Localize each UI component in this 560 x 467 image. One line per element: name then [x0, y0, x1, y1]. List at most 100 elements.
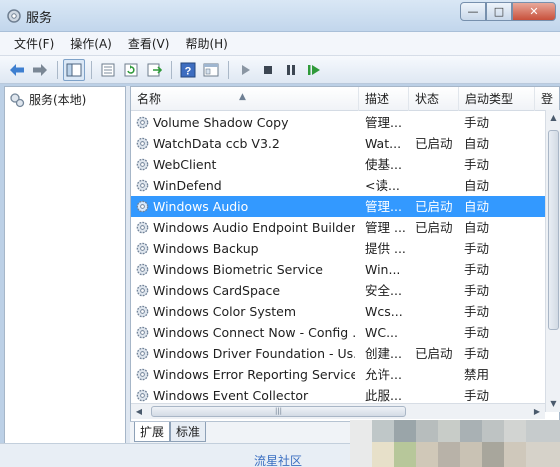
- service-row[interactable]: Windows Driver Foundation - Us... 创建... 已启…: [131, 343, 546, 364]
- service-row[interactable]: WatchData ccb V3.2 Wat... 已启动 自动: [131, 133, 546, 154]
- service-row[interactable]: WinDefend <读... 自动: [131, 175, 546, 196]
- console-tree-pane: 服务(本地): [4, 86, 126, 466]
- service-status: [415, 154, 459, 175]
- service-status: [415, 364, 459, 385]
- service-startup-type: 手动: [464, 115, 490, 130]
- tree-item-label: 服务(本地): [29, 93, 87, 107]
- service-startup-type: 手动: [464, 304, 490, 319]
- service-row[interactable]: Windows Backup 提供 ... 手动: [131, 238, 546, 259]
- close-button[interactable]: ✕: [512, 2, 556, 21]
- service-gear-icon: [136, 284, 149, 297]
- show-hide-tree-icon[interactable]: [63, 58, 85, 81]
- watermark-text: 流星社区: [254, 454, 303, 467]
- service-description: 安全...: [365, 283, 402, 298]
- mosaic-watermark-image: [350, 420, 560, 467]
- service-row[interactable]: Windows Audio 管理... 已启动 自动: [131, 196, 546, 217]
- export-list-icon[interactable]: [143, 59, 165, 81]
- stop-service-icon[interactable]: [257, 59, 279, 81]
- start-service-icon[interactable]: [234, 59, 256, 81]
- menu-file[interactable]: 文件(F): [6, 32, 62, 56]
- service-name: WatchData ccb V3.2: [153, 136, 280, 151]
- service-startup-type: 自动: [464, 178, 490, 193]
- refresh-icon[interactable]: [120, 59, 142, 81]
- minimize-button[interactable]: —: [460, 2, 486, 21]
- properties-icon[interactable]: [97, 59, 119, 81]
- toolbar-separator: [228, 60, 229, 79]
- maximize-button[interactable]: □: [486, 2, 512, 21]
- tree-item-local-services[interactable]: 服务(本地): [9, 91, 86, 108]
- window-title: 服务: [26, 11, 53, 26]
- service-name: WinDefend: [153, 178, 222, 193]
- column-header-status[interactable]: 状态: [409, 87, 459, 111]
- toolbar: ?: [0, 56, 560, 84]
- service-gear-icon: [136, 137, 149, 150]
- service-gear-icon: [136, 347, 149, 360]
- service-row[interactable]: Windows CardSpace 安全... 手动: [131, 280, 546, 301]
- service-description: 管理...: [365, 199, 402, 214]
- service-description: WC...: [365, 325, 399, 340]
- scroll-down-arrow-icon[interactable]: ▼: [546, 396, 560, 412]
- menu-action[interactable]: 操作(A): [62, 32, 120, 56]
- service-gear-icon: [136, 389, 149, 402]
- service-row[interactable]: WebClient 使基... 手动: [131, 154, 546, 175]
- vertical-scrollbar[interactable]: ▲ ▼: [545, 110, 560, 412]
- services-gear-icon: [7, 9, 21, 23]
- service-name: Windows Error Reporting Service: [153, 367, 355, 382]
- tab-extended[interactable]: 扩展: [134, 422, 171, 442]
- service-status: [415, 112, 459, 133]
- forward-arrow-icon[interactable]: [29, 59, 51, 81]
- console-icon[interactable]: [200, 59, 222, 81]
- service-row[interactable]: Windows Error Reporting Service 允许... 禁用: [131, 364, 546, 385]
- help-icon[interactable]: ?: [177, 59, 199, 81]
- menu-help[interactable]: 帮助(H): [177, 32, 235, 56]
- toolbar-separator: [171, 60, 172, 79]
- service-status: [415, 238, 459, 259]
- service-gear-icon: [136, 179, 149, 192]
- column-header-row: 名称 ▲ 描述 状态 启动类型 登: [131, 87, 559, 111]
- column-header-description[interactable]: 描述: [359, 87, 409, 111]
- service-gear-icon: [136, 158, 149, 171]
- svg-text:?: ?: [185, 65, 192, 77]
- service-row[interactable]: Windows Audio Endpoint Builder 管理 ... 已启动自…: [131, 217, 546, 238]
- scroll-left-arrow-icon[interactable]: ◀: [131, 404, 147, 420]
- sort-ascending-icon: ▲: [239, 92, 246, 102]
- service-startup-type: 手动: [464, 283, 490, 298]
- menu-view[interactable]: 查看(V): [120, 32, 178, 56]
- service-gear-icon: [136, 116, 149, 129]
- pause-service-icon[interactable]: [280, 59, 302, 81]
- service-name: WebClient: [153, 157, 217, 172]
- title-bar: 服务 — □ ✕: [0, 0, 560, 32]
- window-controls: — □ ✕: [460, 2, 556, 22]
- toolbar-separator: [57, 60, 58, 79]
- service-row[interactable]: Windows Biometric Service Win... 手动: [131, 259, 546, 280]
- service-gear-icon: [136, 200, 149, 213]
- service-description: Wat...: [365, 136, 402, 151]
- service-startup-type: 手动: [464, 325, 490, 340]
- restart-service-icon[interactable]: [303, 59, 325, 81]
- column-header-name[interactable]: 名称 ▲: [131, 87, 359, 111]
- column-header-startup-type[interactable]: 启动类型: [459, 87, 535, 111]
- vertical-scroll-thumb[interactable]: [548, 130, 559, 330]
- tab-standard[interactable]: 标准: [170, 422, 207, 442]
- service-status: 已启动: [415, 220, 453, 235]
- service-description: 允许...: [365, 367, 402, 382]
- column-header-logon[interactable]: 登: [535, 87, 559, 111]
- service-description: 管理 ...: [365, 220, 406, 235]
- service-name: Volume Shadow Copy: [153, 115, 289, 130]
- service-startup-type: 手动: [464, 241, 490, 256]
- service-status: [415, 280, 459, 301]
- service-name: Windows Audio: [153, 199, 249, 214]
- service-row[interactable]: Volume Shadow Copy 管理... 手动: [131, 112, 546, 133]
- service-row[interactable]: Windows Color System Wcs... 手动: [131, 301, 546, 322]
- service-status: [415, 301, 459, 322]
- service-name: Windows Connect Now - Config ...: [153, 325, 355, 340]
- service-description: 使基...: [365, 157, 402, 172]
- back-arrow-icon[interactable]: [6, 59, 28, 81]
- service-name: Windows Biometric Service: [153, 262, 323, 277]
- service-gear-icon: [136, 326, 149, 339]
- toolbar-separator: [91, 60, 92, 79]
- service-row[interactable]: Windows Connect Now - Config ... WC... 手动: [131, 322, 546, 343]
- service-startup-type: 自动: [464, 199, 490, 214]
- service-startup-type: 自动: [464, 136, 490, 151]
- scroll-up-arrow-icon[interactable]: ▲: [546, 110, 560, 126]
